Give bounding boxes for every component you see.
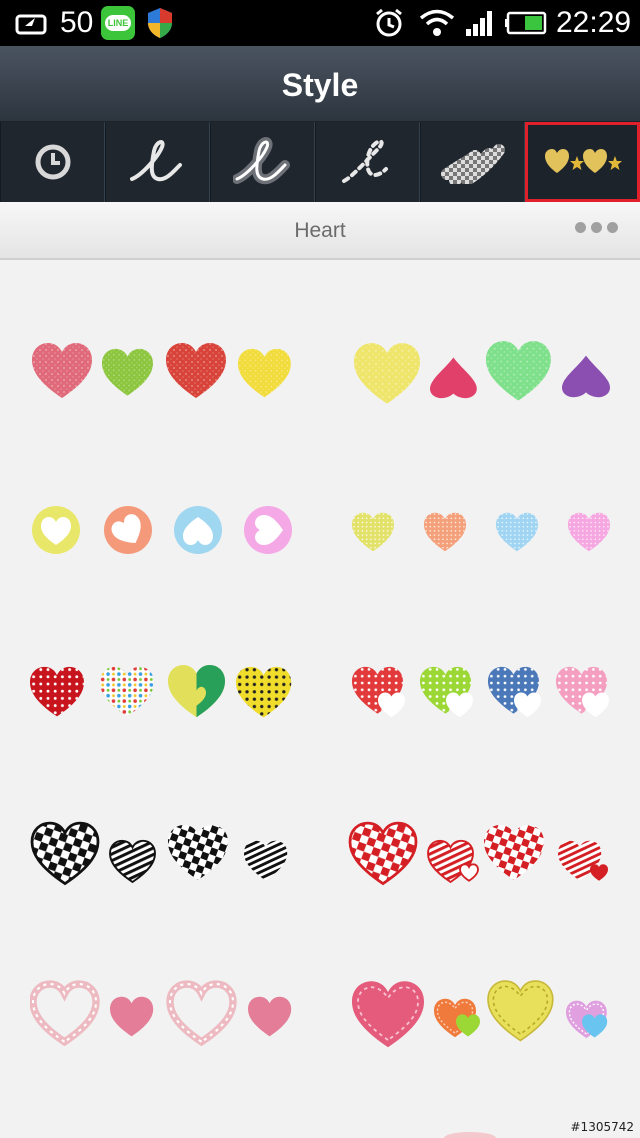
tab-glow[interactable]: [210, 122, 315, 202]
recycle-icon: [14, 0, 50, 46]
shield-icon: [144, 0, 176, 46]
notification-count: 50: [60, 6, 94, 39]
watermark: #1305742: [570, 1120, 635, 1134]
alarm-icon: [372, 0, 406, 46]
section-header: Heart: [0, 202, 640, 260]
section-title: Heart: [294, 219, 346, 242]
tab-recent[interactable]: [0, 122, 105, 202]
page-title: Style: [281, 67, 359, 103]
stamp-set-pink-outline-hearts[interactable]: [30, 980, 330, 1080]
heart-star-stamp-icon: [544, 149, 622, 173]
stamp-set-double-hearts[interactable]: [352, 664, 640, 764]
stamp-set-black-check-hearts[interactable]: [30, 820, 330, 920]
stamp-set-pastel-crayon-hearts[interactable]: [352, 330, 640, 430]
stamp-set-polka-dot-hearts[interactable]: [30, 660, 330, 760]
cursive-pen-icon: [129, 140, 182, 182]
more-options-icon[interactable]: [575, 222, 618, 233]
line-app-icon: LINE: [100, 0, 136, 46]
signal-icon: [464, 0, 496, 46]
style-tab-bar: [0, 122, 640, 202]
glow-pen-icon: [232, 137, 290, 185]
clock-icon: [35, 144, 70, 180]
title-bar: Style: [0, 46, 640, 122]
tab-dotted[interactable]: [315, 122, 420, 202]
status-bar: 50 LINE 22:29: [0, 0, 640, 46]
line-label: LINE: [104, 15, 132, 31]
tab-pen[interactable]: [105, 122, 210, 202]
wifi-icon: [418, 0, 456, 46]
dotted-pen-icon: [341, 139, 388, 183]
battery-icon: [504, 0, 548, 46]
clock-time: 22:29: [556, 6, 632, 39]
pattern-brush-icon: [440, 144, 505, 184]
stamp-set-circle-hearts[interactable]: [30, 500, 330, 600]
tab-stamp[interactable]: [525, 122, 640, 202]
stamp-grid: [0, 260, 640, 1138]
stamp-set-polka-mini-hearts[interactable]: [352, 508, 640, 608]
tab-pattern[interactable]: [420, 122, 525, 202]
stamp-set-red-check-hearts[interactable]: [348, 820, 640, 920]
stamp-set-stitched-hearts[interactable]: [350, 978, 640, 1078]
stamp-set-crayon-hearts[interactable]: [30, 330, 330, 430]
